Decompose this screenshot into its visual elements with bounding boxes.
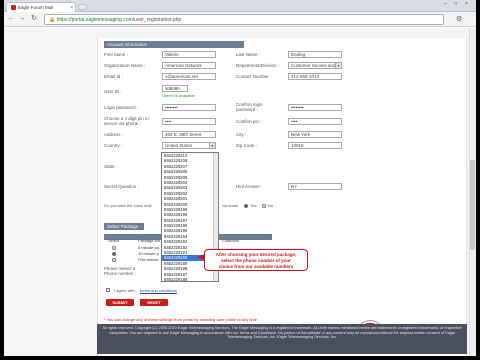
address-label: Address : (104, 132, 124, 137)
close-window-button[interactable]: × (465, 1, 468, 7)
new-tab-button[interactable] (78, 4, 87, 10)
page-viewport: Account Information First name : Valerie… (4, 28, 476, 356)
userid-available-hint: UserId is available (162, 93, 195, 98)
tab-eagle-forum-mail[interactable]: Eagle Forum Mail × (6, 2, 76, 12)
email-input[interactable]: v@american.net (162, 73, 216, 80)
footnote-text: * You can change any of these settings f… (104, 317, 259, 322)
userid-label: User ID : (104, 89, 122, 94)
yes-radio[interactable]: Yes (244, 203, 257, 208)
col-cost: Cost/Mon (222, 238, 240, 243)
confirm-pin-label: Confirm pin : (236, 119, 262, 124)
voicemail-email-text: via email (222, 203, 238, 208)
url-path: /user_registration.php (132, 17, 182, 23)
package-row-2: 10 minute p (138, 251, 159, 256)
first-name-label: First name : (104, 52, 128, 57)
chevron-down-icon: ▾ (209, 143, 215, 148)
confirm-login-label: Confirm login password : (236, 102, 263, 112)
reset-button[interactable]: RESET (140, 299, 168, 306)
page-scrollbar-thumb[interactable] (470, 160, 475, 250)
radio-on-icon (244, 203, 248, 208)
radio-on-icon (112, 251, 116, 256)
tab-title: Eagle Forum Mail (18, 5, 54, 10)
organization-input[interactable]: American Network (162, 62, 216, 69)
package-radio-2[interactable] (112, 251, 118, 256)
hint-answer-label: Hint Answer : (236, 184, 263, 189)
country-selected: United States (165, 143, 193, 148)
back-arrow-icon[interactable]: ← (7, 15, 15, 23)
city-input[interactable]: New York (288, 131, 342, 138)
favicon-icon (11, 5, 16, 11)
forward-arrow-icon[interactable]: → (18, 15, 26, 23)
radio-off-icon (262, 203, 266, 208)
browser-toolbar: ← → ↻ 🔒 https://portal.eaglemessaging.co… (4, 12, 476, 27)
tab-strip: Eagle Forum Mail × – □ × (4, 0, 476, 12)
department-label: Department/Division : (236, 63, 280, 68)
callout-line-3: choice from our available numbers (218, 264, 294, 269)
email-label: Email Id : (104, 74, 123, 79)
yes-radio-label: Yes (250, 203, 257, 208)
col-package: Package Na (138, 238, 160, 243)
lock-icon: 🔒 (49, 17, 56, 23)
userid-input[interactable]: sd8086 (162, 85, 188, 92)
chevron-down-icon: ▾ (335, 63, 341, 68)
terms-link[interactable]: terms and conditions (140, 288, 177, 293)
browser-window: Eagle Forum Mail × – □ × ← → ↻ 🔒 https:/… (4, 0, 476, 356)
wrench-menu-icon[interactable]: ⚙ (456, 15, 462, 23)
zip-label: Zip Code : (236, 143, 257, 148)
package-radio-3[interactable] (112, 257, 118, 262)
state-label: State : (104, 164, 118, 169)
login-password-label: Login password : (104, 105, 139, 110)
pin-label: Choose a 4 digit pin to secure via phone… (104, 116, 149, 126)
maximize-button[interactable]: □ (454, 1, 457, 7)
minimize-button[interactable]: – (444, 1, 447, 7)
radio-off-icon (112, 245, 116, 250)
page-footer: All rights reserved. Copyright (C) 2000-… (97, 324, 467, 354)
department-select[interactable]: Customer Service and ▾ (288, 62, 342, 69)
address-input[interactable]: 400 E. 39th Street (162, 131, 216, 138)
tab-close-icon[interactable]: × (70, 5, 73, 10)
last-name-label: Last Name : (236, 52, 261, 57)
phone-number-option[interactable]: 8462229186 (162, 277, 218, 281)
video-frame: Eagle Forum Mail × – □ × ← → ↻ 🔒 https:/… (0, 0, 480, 360)
submit-button[interactable]: SUBMIT (106, 299, 134, 306)
confirm-login-input[interactable]: •••••••• (288, 104, 342, 111)
reload-icon[interactable]: ↻ (30, 15, 38, 23)
login-password-input[interactable]: •••••••• (162, 104, 216, 111)
city-label: City : (236, 132, 247, 137)
hint-answer-input[interactable]: NY (288, 183, 342, 190)
department-selected: Customer Service and (291, 63, 336, 68)
account-section-header: Account Information (104, 41, 244, 48)
address-bar[interactable]: 🔒 https://portal.eaglemessaging.com/user… (44, 14, 444, 25)
registration-form: Account Information First name : Valerie… (97, 38, 467, 356)
tutorial-callout: After choosing your desired package, sel… (197, 249, 308, 271)
callout-pointer (197, 254, 205, 260)
organization-label: Organization Name : (104, 63, 146, 68)
url-scheme: https:// (56, 17, 72, 23)
country-select[interactable]: United States ▾ (162, 142, 216, 149)
country-label: Country : (104, 143, 123, 148)
package-section-header: Select Package (104, 223, 144, 230)
no-radio-label: No (268, 203, 274, 208)
contact-input[interactable]: 212-555-1014 (288, 73, 342, 80)
first-name-input[interactable]: Valerie (162, 51, 216, 58)
no-radio[interactable]: No (262, 203, 273, 208)
package-row-1: 5 minute pa (138, 245, 159, 250)
url-host: portal.eaglemessaging.com (71, 17, 133, 23)
col-select: Select (108, 238, 120, 243)
package-row-3: Five minute (138, 257, 159, 262)
pin-input[interactable]: •••• (162, 118, 216, 125)
last-name-input[interactable]: Ending (288, 51, 342, 58)
voicemail-question-text: Do you wish the voice mail (104, 203, 152, 208)
zip-input[interactable]: 10016 (288, 142, 342, 149)
contact-label: Contact Number : (236, 74, 272, 79)
confirm-pin-input[interactable]: •••• (288, 118, 342, 125)
terms-checkbox[interactable] (106, 288, 110, 292)
phone-number-label: Please Select a Phone number : (104, 266, 137, 276)
package-radio-1[interactable] (112, 245, 118, 250)
secret-question-label: Secret Question : (104, 184, 139, 189)
terms-prefix: I agree with (114, 288, 135, 293)
radio-off-icon (112, 257, 116, 262)
